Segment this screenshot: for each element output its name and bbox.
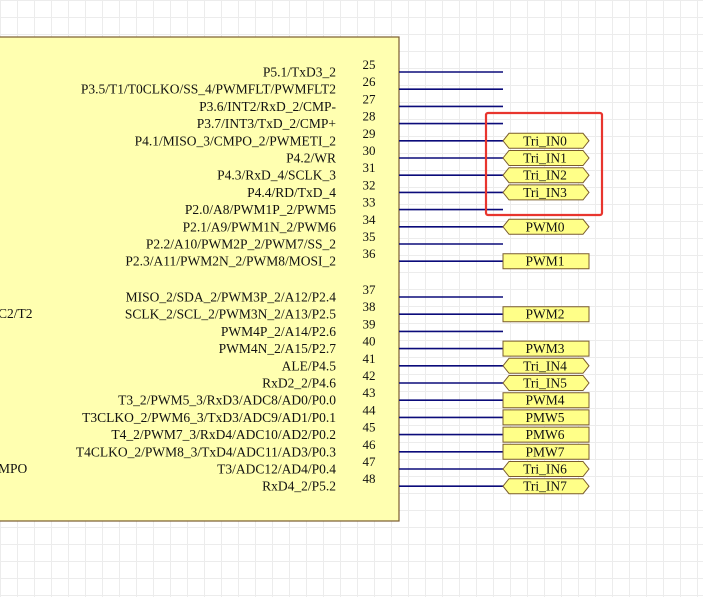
pin-number-48: 48	[363, 471, 376, 486]
pin-name-37: MISO_2/SDA_2/PWM3P_2/A12/P2.4	[126, 290, 337, 305]
pin-wires	[399, 71, 503, 488]
pin-name-48: RxD4_2/P5.2	[262, 479, 336, 494]
pin-number-42: 42	[363, 368, 376, 383]
pin-name-31: P4.3/RxD_4/SCLK_3	[217, 168, 336, 183]
net-label-tri-in2[interactable]: Tri_IN2	[502, 167, 590, 184]
pin-name-45: T4_2/PWM7_3/RxD4/ADC10/AD2/P0.2	[111, 427, 336, 442]
pin-name-32: P4.4/RD/TxD_4	[247, 185, 336, 200]
pin-number-45: 45	[363, 420, 376, 435]
pin-name-41: ALE/P4.5	[282, 358, 337, 373]
pin-number-39: 39	[363, 316, 376, 331]
net-label-pmw5[interactable]: PMW5	[502, 409, 590, 426]
net-label-pwm4[interactable]: PWM4	[502, 392, 590, 409]
net-label-text: PWM1	[525, 254, 564, 269]
net-label-text: Tri_IN4	[523, 358, 567, 373]
net-label-text: PWM3	[525, 341, 564, 356]
net-label-text: Tri_IN0	[523, 133, 567, 148]
pin-number-25: 25	[363, 57, 376, 72]
pin-name-26: P3.5/T1/T0CLKO/SS_4/PWMFLT/PWMFLT2	[81, 82, 336, 97]
net-label-text: PMW5	[525, 410, 564, 425]
pin-name-46: T4CLKO_2/PWM8_3/TxD4/ADC11/AD3/P0.3	[76, 444, 336, 459]
pin-name-30: P4.2/WR	[286, 151, 336, 166]
net-label-text: PMW6	[525, 427, 564, 442]
net-label-tri-in7[interactable]: Tri_IN7	[502, 478, 590, 495]
net-label-pmw6[interactable]: PMW6	[502, 426, 590, 443]
pin-name-28: P3.7/INT3/TxD_2/CMP+	[197, 116, 336, 131]
net-label-text: Tri_IN3	[523, 185, 567, 200]
pin-name-40: PWM4N_2/A15/P2.7	[219, 341, 337, 356]
net-label-text: Tri_IN1	[523, 151, 567, 166]
net-label-pmw7[interactable]: PMW7	[502, 443, 590, 460]
pin-number-31: 31	[363, 160, 376, 175]
pin-number-27: 27	[363, 91, 377, 106]
pin-name-42: RxD2_2/P4.6	[262, 376, 336, 391]
pin-number-37: 37	[363, 282, 377, 297]
net-label-text: Tri_IN2	[523, 168, 567, 183]
net-label-text: PWM2	[525, 307, 564, 322]
net-label-text: PMW7	[525, 444, 564, 459]
pin-name-35: P2.2/A10/PWM2P_2/PWM7/SS_2	[146, 237, 336, 252]
schematic-canvas: P5.1/TxD3_2 P3.5/T1/T0CLKO/SS_4/PWMFLT/PW…	[0, 36, 604, 522]
pin-number-29: 29	[363, 126, 376, 141]
pin-name-47: T3/ADC12/AD4/P0.4	[217, 462, 336, 477]
pin-number-26: 26	[363, 74, 377, 89]
pin-number-35: 35	[363, 229, 376, 244]
net-label-pwm3[interactable]: PWM3	[502, 340, 590, 357]
pin-number-47: 47	[363, 454, 377, 469]
net-label-text: PWM0	[525, 219, 564, 234]
net-label-text: Tri_IN5	[523, 376, 567, 391]
pin-number-28: 28	[363, 109, 376, 124]
net-label-tri-in6[interactable]: Tri_IN6	[502, 461, 590, 477]
pin-number-34: 34	[363, 212, 377, 227]
net-label-tri-in5[interactable]: Tri_IN5	[502, 375, 590, 391]
pin-name-39: PWM4P_2/A14/P2.6	[221, 324, 336, 339]
pin-name-25: P5.1/TxD3_2	[263, 65, 336, 80]
pin-number-36: 36	[363, 246, 377, 261]
pin-name-44: T3CLKO_2/PWM6_3/TxD3/ADC9/AD1/P0.1	[82, 410, 336, 425]
net-label-pwm0[interactable]: PWM0	[502, 218, 590, 235]
pin-number-41: 41	[363, 351, 376, 366]
pin-number-43: 43	[363, 385, 376, 400]
net-label-tri-in4[interactable]: Tri_IN4	[502, 357, 590, 374]
net-label-pwm2[interactable]: PWM2	[502, 306, 590, 323]
net-label-text: PWM4	[525, 393, 564, 408]
net-label-text: Tri_IN6	[523, 462, 567, 477]
pin-number-38: 38	[363, 299, 376, 314]
net-label-pwm1[interactable]: PWM1	[502, 253, 590, 270]
pin-number-30: 30	[363, 143, 376, 158]
left-pin-label-c2-t2: C2/T2	[0, 306, 33, 321]
net-labels: Tri_IN0 Tri_IN1 Tri_IN2 Tri_IN3 PWM0 PWM1 PWM2…	[502, 132, 590, 495]
net-label-text: Tri_IN7	[523, 479, 567, 494]
pin-number-44: 44	[363, 402, 377, 417]
pin-name-33: P2.0/A8/PWM1P_2/PWM5	[185, 202, 336, 217]
pin-number-32: 32	[363, 177, 376, 192]
net-label-tri-in1[interactable]: Tri_IN1	[502, 150, 590, 166]
pin-name-36: P2.3/A11/PWM2N_2/PWM8/MOSI_2	[125, 254, 336, 269]
pin-name-43: T3_2/PWM5_3/RxD3/ADC8/AD0/P0.0	[118, 393, 336, 408]
pin-number-33: 33	[363, 195, 376, 210]
pin-number-46: 46	[363, 437, 377, 452]
pin-name-38: SCLK_2/SCL_2/PWM3N_2/A13/P2.5	[125, 307, 336, 322]
net-label-tri-in0[interactable]: Tri_IN0	[502, 132, 590, 149]
pin-name-34: P2.1/A9/PWM1N_2/PWM6	[183, 219, 337, 234]
pin-number-40: 40	[363, 334, 376, 349]
left-pin-label-mpo: MPO	[0, 461, 28, 476]
pin-name-27: P3.6/INT2/RxD_2/CMP-	[199, 99, 336, 114]
pin-name-29: P4.1/MISO_3/CMPO_2/PWMETI_2	[135, 133, 336, 148]
net-label-tri-in3[interactable]: Tri_IN3	[502, 184, 590, 201]
